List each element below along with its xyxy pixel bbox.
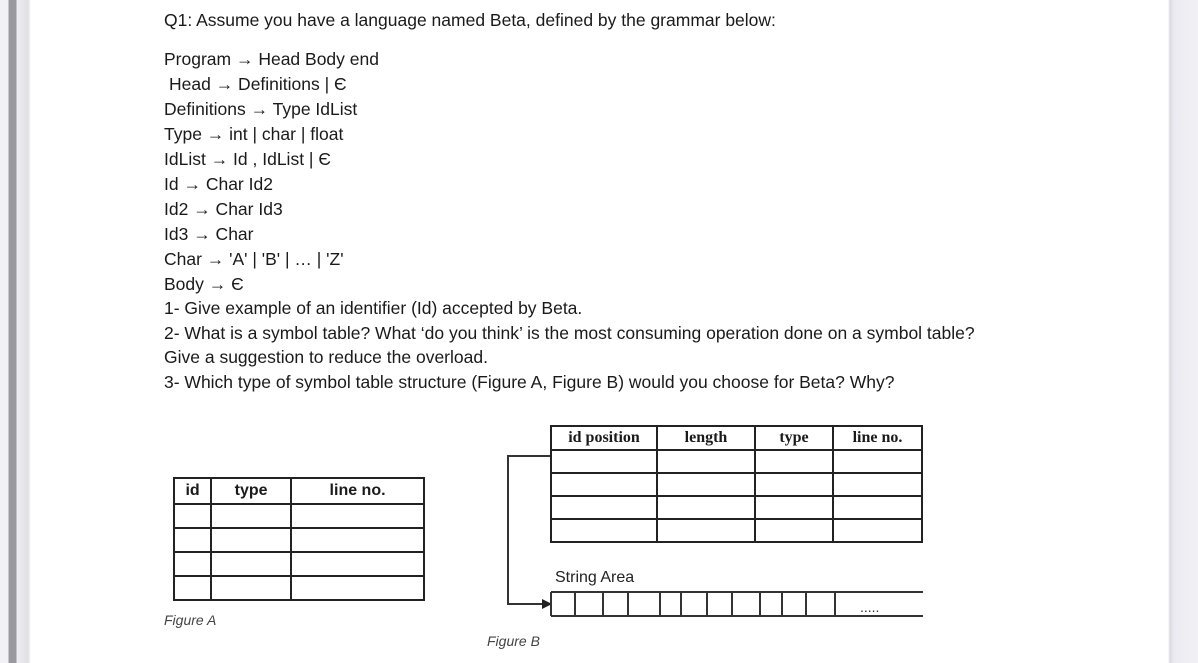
- string-area-cells: [550, 592, 836, 616]
- figure-b-connector-diagram: .....: [507, 455, 923, 617]
- pointer-connector-line: [507, 455, 550, 605]
- string-area-ellipsis: .....: [860, 599, 879, 615]
- figure-b-caption: Figure B: [487, 633, 540, 649]
